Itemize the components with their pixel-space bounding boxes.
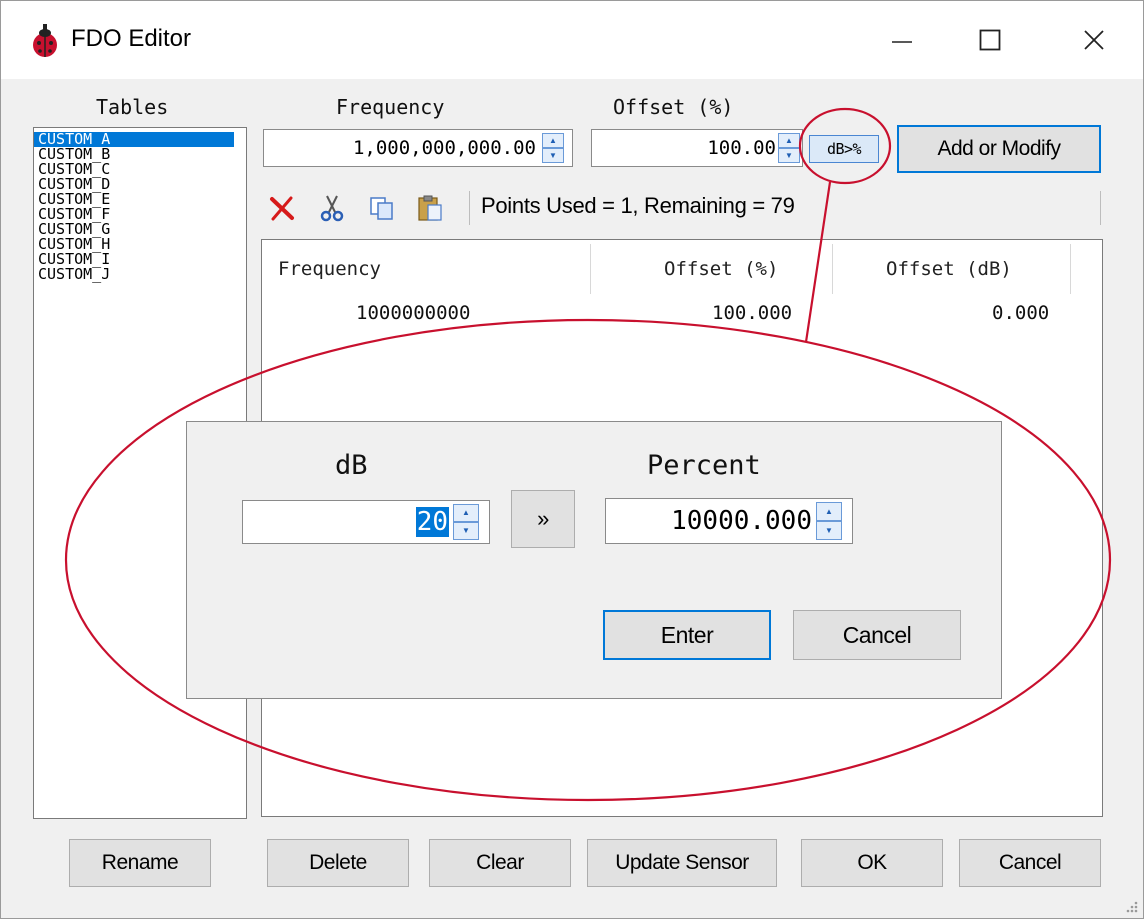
close-icon bbox=[1084, 30, 1104, 50]
delete-icon[interactable] bbox=[267, 193, 297, 223]
db-spinner[interactable]: ▲ ▼ bbox=[453, 504, 479, 540]
enter-button[interactable]: Enter bbox=[603, 610, 771, 660]
tables-label: Tables bbox=[96, 95, 169, 119]
toolbar-separator bbox=[469, 191, 470, 225]
percent-label: Percent bbox=[647, 450, 761, 481]
column-separator bbox=[1070, 244, 1071, 294]
spin-up-icon[interactable]: ▲ bbox=[453, 504, 479, 522]
db-value: 20 bbox=[415, 507, 449, 537]
resize-grip-icon[interactable] bbox=[1123, 898, 1139, 914]
spin-down-icon[interactable]: ▼ bbox=[453, 522, 479, 540]
ok-button[interactable]: OK bbox=[801, 839, 943, 887]
cancel-button[interactable]: Cancel bbox=[959, 839, 1101, 887]
db-input[interactable]: 20 ▲ ▼ bbox=[242, 500, 490, 544]
toolbar-separator bbox=[1100, 191, 1101, 225]
ladybug-icon bbox=[33, 24, 57, 57]
cancel-label: Cancel bbox=[998, 851, 1062, 874]
minimize-icon bbox=[892, 41, 912, 43]
offset-spinner[interactable]: ▲ ▼ bbox=[778, 133, 800, 163]
enter-label: Enter bbox=[660, 621, 714, 648]
frequency-spinner[interactable]: ▲ ▼ bbox=[542, 133, 564, 163]
spin-up-icon[interactable]: ▲ bbox=[542, 133, 564, 148]
spin-down-icon[interactable]: ▼ bbox=[816, 521, 842, 540]
title-bar: FDO Editor bbox=[1, 1, 1143, 79]
frequency-label: Frequency bbox=[336, 95, 445, 119]
copy-icon[interactable] bbox=[367, 193, 397, 223]
table-item[interactable]: CUSTOM_J bbox=[34, 267, 246, 282]
spin-up-icon[interactable]: ▲ bbox=[778, 133, 800, 148]
maximize-button[interactable] bbox=[955, 15, 1025, 65]
column-header-offset-percent[interactable]: Offset (%) bbox=[664, 258, 778, 280]
column-separator bbox=[590, 244, 591, 294]
paste-icon[interactable] bbox=[415, 193, 445, 223]
rename-label: Rename bbox=[101, 851, 179, 874]
clear-label: Clear bbox=[476, 851, 524, 874]
spin-down-icon[interactable]: ▼ bbox=[542, 148, 564, 163]
window-title: FDO Editor bbox=[71, 25, 192, 52]
ok-label: OK bbox=[857, 851, 887, 874]
delete-label: Delete bbox=[309, 851, 367, 874]
spin-up-icon[interactable]: ▲ bbox=[816, 502, 842, 521]
dialog-cancel-button[interactable]: Cancel bbox=[793, 610, 961, 660]
cell-offset-percent[interactable]: 100.000 bbox=[712, 302, 792, 324]
points-status: Points Used = 1, Remaining = 79 bbox=[481, 193, 795, 218]
percent-input[interactable]: 10000.000 ▲ ▼ bbox=[605, 498, 853, 544]
percent-spinner[interactable]: ▲ ▼ bbox=[816, 502, 842, 540]
db-percent-dialog: dB Percent 20 ▲ ▼ » 10000.000 ▲ ▼ Enter … bbox=[186, 421, 1002, 699]
column-separator bbox=[832, 244, 833, 294]
maximize-icon bbox=[979, 29, 1001, 51]
db-to-percent-label: dB>% bbox=[826, 140, 862, 158]
add-or-modify-label: Add or Modify bbox=[937, 137, 1061, 160]
dialog-cancel-label: Cancel bbox=[842, 621, 912, 648]
frequency-input[interactable]: 1,000,000,000.00 ▲ ▼ bbox=[263, 129, 573, 167]
cell-frequency[interactable]: 1000000000 bbox=[356, 302, 470, 324]
close-button[interactable] bbox=[1059, 15, 1129, 65]
cell-offset-db[interactable]: 0.000 bbox=[992, 302, 1049, 324]
delete-button[interactable]: Delete bbox=[267, 839, 409, 887]
update-sensor-label: Update Sensor bbox=[615, 851, 749, 874]
clear-button[interactable]: Clear bbox=[429, 839, 571, 887]
fdo-editor-window: FDO Editor Tables CUSTOM_A CUSTOM_B CUST… bbox=[0, 0, 1144, 919]
add-or-modify-button[interactable]: Add or Modify bbox=[897, 125, 1101, 173]
column-header-offset-db[interactable]: Offset (dB) bbox=[886, 258, 1012, 280]
offset-percent-value: 100.00 bbox=[707, 137, 776, 159]
rename-button[interactable]: Rename bbox=[69, 839, 211, 887]
column-header-frequency[interactable]: Frequency bbox=[278, 258, 381, 280]
cut-icon[interactable] bbox=[317, 193, 347, 223]
frequency-value: 1,000,000,000.00 bbox=[352, 137, 536, 159]
offset-percent-label: Offset (%) bbox=[613, 95, 734, 119]
offset-percent-input[interactable]: 100.00 ▲ ▼ bbox=[591, 129, 803, 167]
db-label: dB bbox=[335, 450, 368, 481]
minimize-button[interactable] bbox=[867, 15, 937, 65]
spin-down-icon[interactable]: ▼ bbox=[778, 148, 800, 163]
convert-label: » bbox=[537, 506, 549, 531]
convert-button[interactable]: » bbox=[511, 490, 575, 548]
update-sensor-button[interactable]: Update Sensor bbox=[587, 839, 777, 887]
percent-value: 10000.000 bbox=[671, 506, 812, 536]
db-to-percent-button[interactable]: dB>% bbox=[809, 135, 879, 163]
